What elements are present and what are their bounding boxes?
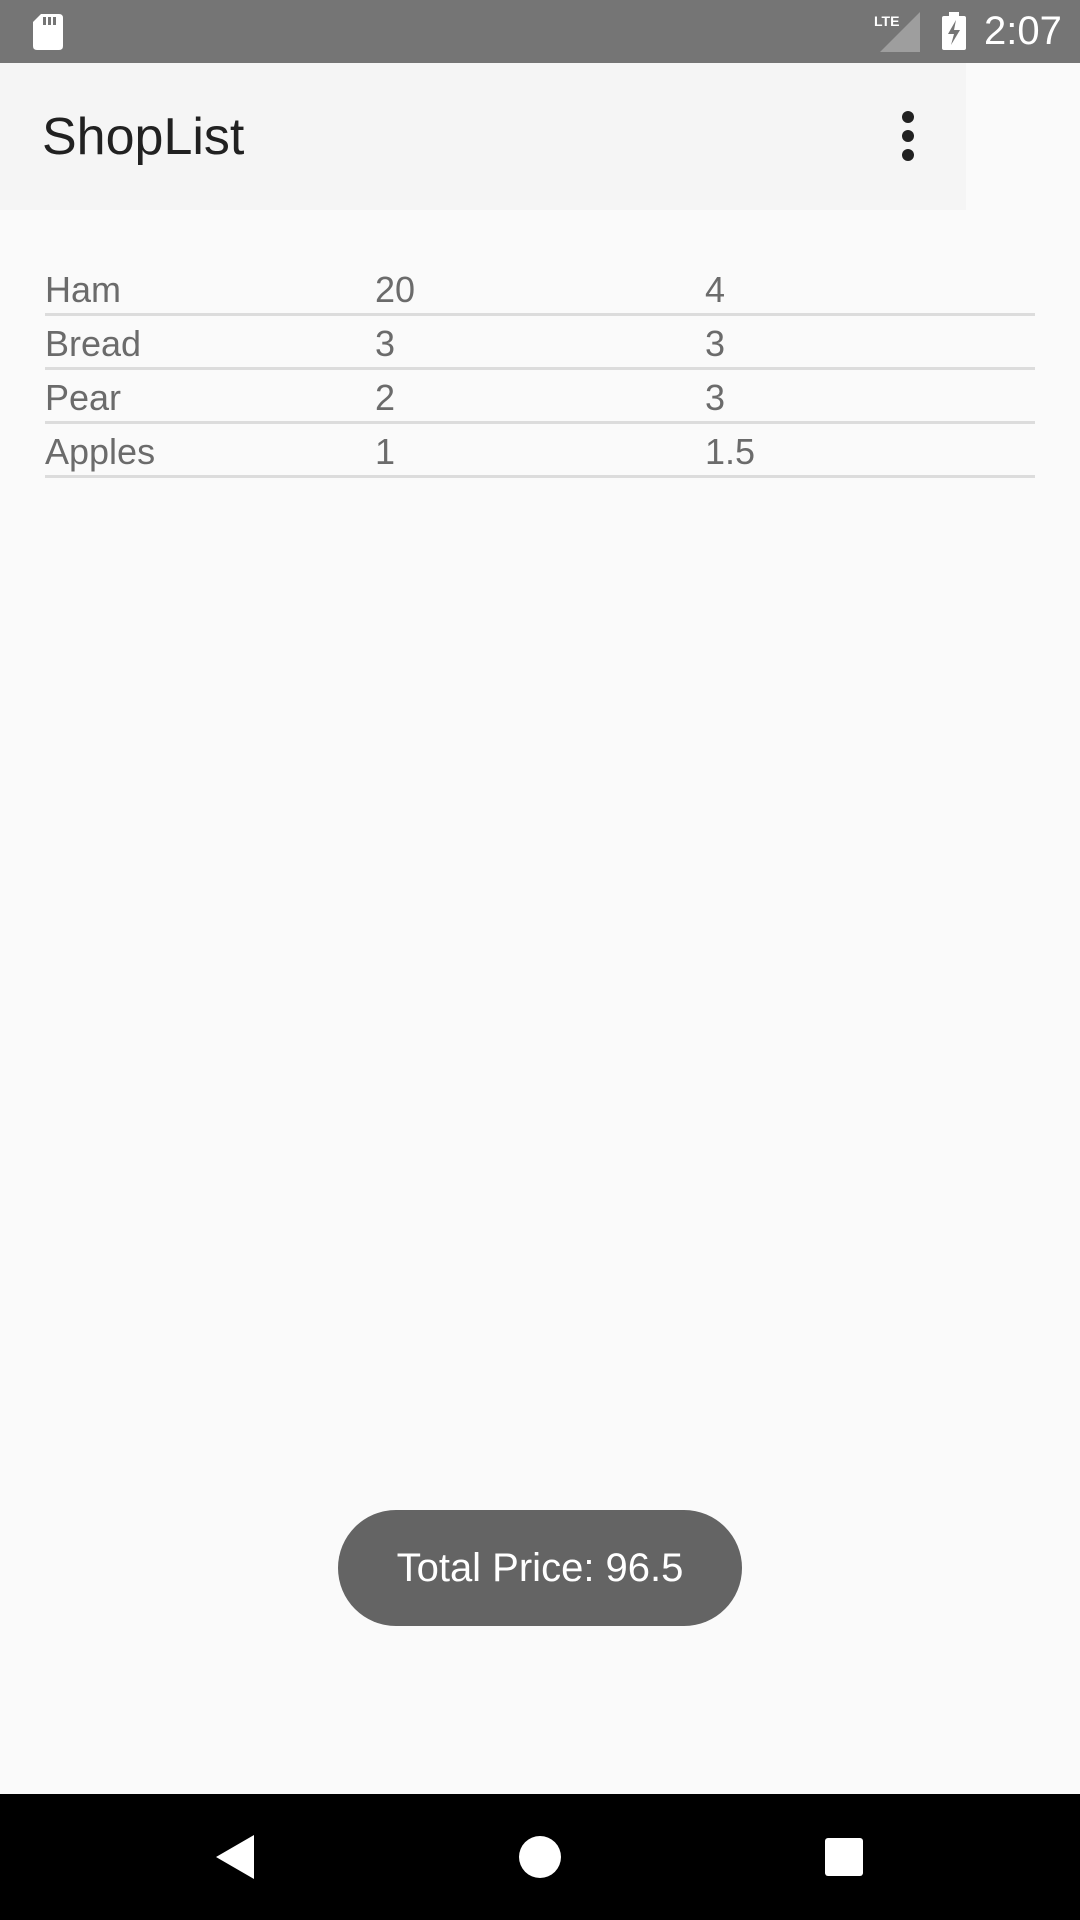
table-row[interactable]: Apples 1 1.5 xyxy=(45,424,1035,478)
navigation-bar xyxy=(0,1794,1080,1920)
item-price: 4 xyxy=(705,269,726,310)
app-bar: ShopList xyxy=(0,63,966,210)
more-vert-icon xyxy=(902,111,914,161)
shopping-list-table: Ham 20 4 Bread 3 3 Pear 2 3 Apples 1 1.5 xyxy=(45,262,1035,478)
back-button[interactable] xyxy=(176,1794,296,1920)
item-quantity: 20 xyxy=(375,269,416,310)
overflow-menu-button[interactable] xyxy=(878,101,938,171)
table-row[interactable]: Bread 3 3 xyxy=(45,316,1035,370)
item-name: Bread xyxy=(45,323,142,364)
back-icon xyxy=(216,1835,254,1879)
status-bar: LTE 2:07 xyxy=(0,0,1080,63)
table-row[interactable]: Pear 2 3 xyxy=(45,370,1035,424)
item-price: 3 xyxy=(705,323,726,364)
recents-icon xyxy=(825,1838,863,1876)
table-row[interactable]: Ham 20 4 xyxy=(45,262,1035,316)
sd-card-icon xyxy=(33,14,63,50)
item-quantity: 3 xyxy=(375,323,396,364)
lte-signal-icon: LTE xyxy=(874,12,920,52)
item-price: 1.5 xyxy=(705,431,756,472)
status-time: 2:07 xyxy=(984,9,1062,53)
app-title: ShopList xyxy=(42,108,245,166)
item-name: Ham xyxy=(45,269,122,310)
item-price: 3 xyxy=(705,377,726,418)
item-quantity: 1 xyxy=(375,431,396,472)
recents-button[interactable] xyxy=(784,1794,904,1920)
svg-text:LTE: LTE xyxy=(874,13,899,29)
item-name: Pear xyxy=(45,377,122,418)
battery-charging-icon xyxy=(942,12,966,50)
item-quantity: 2 xyxy=(375,377,396,418)
home-icon xyxy=(519,1836,561,1878)
home-button[interactable] xyxy=(480,1794,600,1920)
item-name: Apples xyxy=(45,431,156,472)
total-price-toast: Total Price: 96.5 xyxy=(338,1510,742,1626)
